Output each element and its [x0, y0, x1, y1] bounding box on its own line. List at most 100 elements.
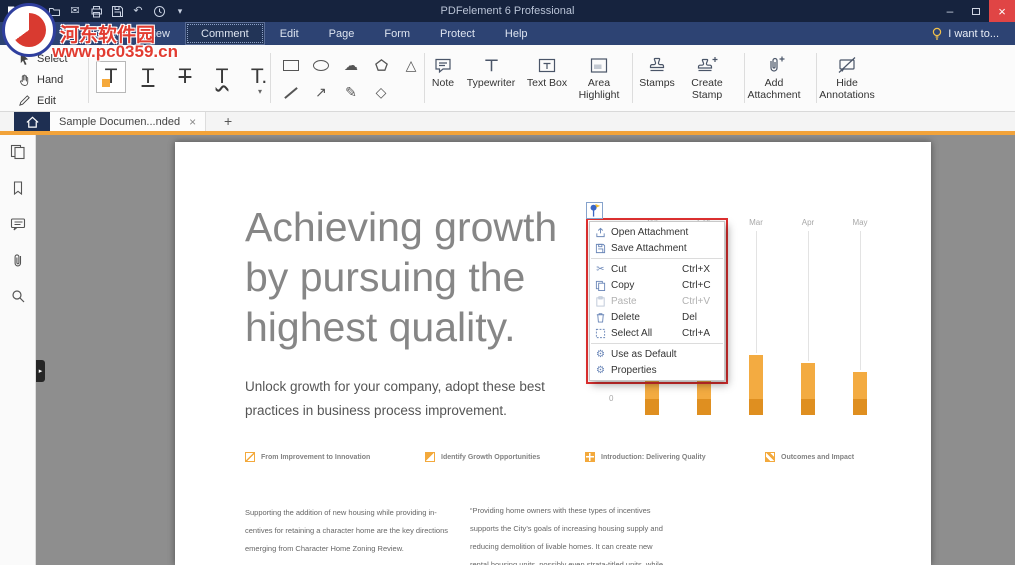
lightbulb-icon — [931, 27, 943, 41]
history-clock-icon[interactable] — [152, 4, 166, 18]
chart-bar-lower-segment — [853, 399, 867, 415]
legend-swatch-icon — [585, 452, 595, 462]
typewriter-icon — [482, 51, 501, 75]
maximize-icon — [972, 8, 980, 15]
oval-icon — [313, 60, 329, 71]
hide-annotations-button[interactable]: Hide Annotations — [818, 51, 876, 101]
pentagon-icon — [374, 58, 389, 73]
pencil-tool[interactable]: ✎ — [342, 84, 360, 102]
legend-item: Outcomes and Impact — [765, 452, 854, 462]
eraser-tool[interactable]: ◇ — [372, 84, 390, 102]
note-icon — [433, 51, 453, 75]
text-box-icon — [537, 51, 557, 75]
chart-bar-lower-segment — [801, 399, 815, 415]
menu-item-delete[interactable]: DeleteDel — [590, 309, 724, 325]
cut-icon: ✂ — [594, 263, 607, 275]
document-tab-title: Sample Documen...nded — [59, 116, 180, 128]
close-button[interactable]: × — [989, 0, 1015, 22]
menu-item-open-attachment[interactable]: Open Attachment — [590, 224, 724, 240]
open-attachment-icon — [594, 226, 607, 238]
chart-guide-line — [808, 231, 809, 361]
polygon-shape-tool[interactable] — [372, 57, 390, 75]
create-stamp-button[interactable]: Create Stamp — [678, 51, 736, 101]
gear-icon: ⚙ — [594, 348, 607, 360]
strikethrough-text-tool[interactable]: T — [170, 61, 200, 93]
tab-protect[interactable]: Protect — [425, 22, 490, 45]
save-attachment-icon — [594, 242, 607, 254]
hand-tool[interactable]: Hand — [18, 69, 68, 90]
attachments-panel-icon[interactable] — [10, 252, 26, 268]
thumbnails-panel-icon[interactable] — [10, 144, 26, 160]
tab-comment[interactable]: Comment — [185, 22, 265, 45]
underline-text-tool[interactable]: T — [133, 61, 163, 93]
attachment-pin-annotation[interactable] — [586, 202, 603, 219]
home-tab[interactable] — [14, 112, 50, 131]
rectangle-shape-tool[interactable] — [282, 57, 300, 75]
chart-month-label: Mar — [744, 218, 768, 227]
tab-edit[interactable]: Edit — [265, 22, 314, 45]
text-box-button[interactable]: Text Box — [518, 51, 576, 90]
tab-page[interactable]: Page — [314, 22, 370, 45]
sidebar-collapse-handle[interactable]: ▸ — [36, 360, 45, 382]
menu-item-select-all[interactable]: Select AllCtrl+A — [590, 325, 724, 341]
chart-bar-lower-segment — [749, 399, 763, 415]
title-bar: ✉ ↶ ▾ PDFelement 6 Professional – × — [0, 0, 1015, 22]
page-intro-text: Unlock growth for your company, adopt th… — [245, 375, 545, 423]
search-panel-icon[interactable] — [10, 288, 26, 304]
arrow-tool[interactable]: ↗ — [312, 84, 330, 102]
menu-item-properties[interactable]: ⚙ Properties — [590, 362, 724, 378]
chart-month-label: Apr — [796, 218, 820, 227]
menu-separator — [591, 258, 723, 259]
bookmarks-panel-icon[interactable] — [10, 180, 26, 196]
undo-icon[interactable]: ↶ — [131, 4, 145, 18]
save-icon[interactable] — [110, 4, 124, 18]
chart-bar-lower-segment — [697, 399, 711, 415]
edit-tool[interactable]: Edit — [18, 90, 68, 111]
tab-form[interactable]: Form — [369, 22, 425, 45]
document-tab-bar: Sample Documen...nded × + — [0, 112, 1015, 135]
chart-bar-lower-segment — [645, 399, 659, 415]
active-tab-accent-bar — [0, 131, 1015, 135]
document-area: Achieving growth by pursuing the highest… — [36, 135, 1015, 565]
legend-swatch-icon — [765, 452, 775, 462]
hand-tool-label: Hand — [37, 74, 63, 86]
add-attachment-button[interactable]: Add Attachment — [745, 51, 803, 101]
document-tab[interactable]: Sample Documen...nded × — [50, 112, 206, 131]
comments-panel-icon[interactable] — [10, 216, 26, 232]
paste-icon — [594, 295, 607, 307]
typewriter-button[interactable]: Typewriter — [462, 51, 520, 90]
hand-icon — [18, 73, 31, 86]
document-page: Achieving growth by pursuing the highest… — [175, 142, 931, 565]
legend-item: From Improvement to Innovation — [245, 452, 370, 462]
menu-item-copy[interactable]: CopyCtrl+C — [590, 277, 724, 293]
edit-pencil-icon — [18, 94, 31, 107]
legend-item: Identify Growth Opportunities — [425, 452, 540, 462]
close-tab-icon[interactable]: × — [189, 115, 196, 129]
menu-item-use-as-default[interactable]: ⚙ Use as Default — [590, 346, 724, 362]
toolbar-divider — [816, 53, 817, 103]
chart-month-label: May — [848, 218, 872, 227]
highlight-text-tool[interactable]: T — [96, 61, 126, 93]
area-highlight-icon — [589, 51, 609, 75]
line-tool[interactable] — [282, 84, 300, 102]
cloud-shape-tool[interactable]: ☁ — [342, 57, 360, 75]
area-highlight-button[interactable]: Area Highlight — [570, 51, 628, 101]
quick-access-caret-icon[interactable]: ▾ — [173, 4, 187, 18]
oval-shape-tool[interactable] — [312, 57, 330, 75]
menu-item-save-attachment[interactable]: Save Attachment — [590, 240, 724, 256]
minimize-button[interactable]: – — [937, 0, 963, 22]
menu-item-cut[interactable]: ✂ CutCtrl+X — [590, 261, 724, 277]
new-tab-button[interactable]: + — [224, 113, 232, 129]
tab-help[interactable]: Help — [490, 22, 543, 45]
maximize-button[interactable] — [963, 0, 989, 22]
squiggly-underline-text-tool[interactable]: T — [207, 61, 237, 93]
chart-zero-label: 0 — [609, 394, 613, 403]
chart-bar — [853, 372, 867, 415]
menu-separator — [591, 343, 723, 344]
email-icon[interactable]: ✉ — [68, 4, 82, 18]
stamp-icon — [647, 51, 667, 75]
chart-bar — [801, 363, 815, 415]
i-want-to-button[interactable]: I want to... — [931, 22, 999, 45]
print-icon[interactable] — [89, 4, 103, 18]
line-icon — [284, 87, 298, 99]
